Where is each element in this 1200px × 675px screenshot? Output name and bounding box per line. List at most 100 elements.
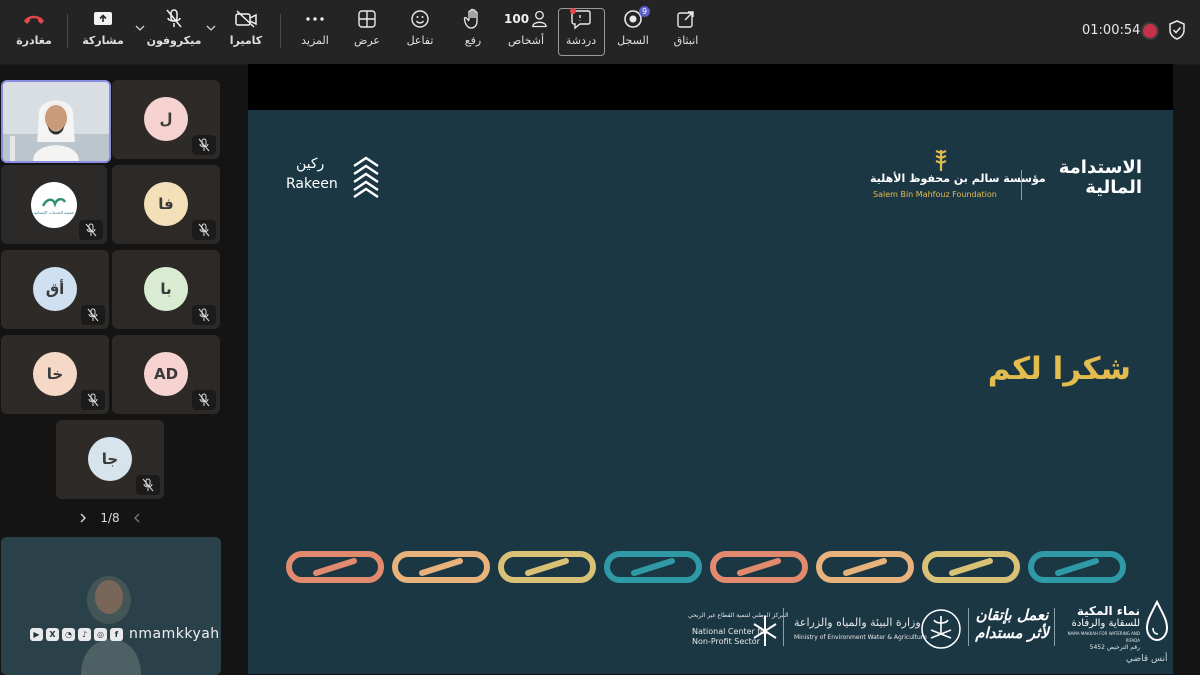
share-label: مشاركة	[82, 34, 124, 47]
slogan-logo: نعمل بإتقان لأثر مستدام	[974, 606, 1050, 642]
meeting-timer: 01:00:54	[1082, 23, 1141, 38]
recap-icon: 9	[620, 6, 650, 30]
more-dots-icon	[302, 8, 328, 30]
participant-avatar: جا	[88, 437, 132, 481]
youtube-icon: ▶	[30, 627, 43, 641]
more-button[interactable]: المزيد	[298, 8, 332, 56]
camera-label: كاميرا	[229, 34, 263, 47]
people-label: أشخاص	[507, 34, 545, 47]
instagram-icon: ◎	[94, 627, 107, 641]
popout-label: انبثاق	[673, 34, 699, 47]
view-button[interactable]: عرض	[352, 8, 382, 56]
microphone-button[interactable]: ميكروفون	[147, 8, 201, 56]
participant-tile-logo[interactable]: جمعية الخدمات الإنسانية	[1, 165, 107, 244]
mic-options-chevron-icon[interactable]	[134, 22, 146, 34]
speaker-video-thumbnail	[3, 82, 109, 161]
chevron-left-icon[interactable]	[132, 512, 142, 524]
chat-icon	[568, 8, 594, 30]
participant-tile[interactable]: با	[112, 250, 220, 329]
sustainability-logo: الاستدامة المالية	[1032, 158, 1142, 198]
leave-button[interactable]: مغادرة	[16, 8, 52, 56]
local-video-preview	[1, 537, 221, 675]
mewa-ar: وزارة البيئة والمياه والزراعة	[794, 616, 921, 629]
popout-button[interactable]: انبثاق	[668, 8, 704, 56]
popout-icon	[673, 8, 699, 30]
rakeen-logo: ركين Rakeen	[286, 156, 386, 200]
recap-label: السجل	[617, 34, 649, 47]
chain-link-shape	[1028, 551, 1126, 583]
camera-options-chevron-icon[interactable]	[205, 22, 217, 34]
chevron-right-icon[interactable]	[78, 512, 88, 524]
rakeen-ar: ركين	[296, 156, 325, 172]
react-button[interactable]: تفاعل	[404, 8, 436, 56]
chain-link-shape	[816, 551, 914, 583]
participant-tile[interactable]: أق	[1, 250, 109, 329]
mic-muted-icon	[79, 220, 103, 240]
chat-button[interactable]: دردشة	[560, 8, 602, 56]
raise-hand-button[interactable]: رفع	[458, 8, 488, 56]
tiktok-icon: ♪	[78, 627, 91, 641]
view-label: عرض	[354, 34, 380, 47]
thanks-heading: شكرا لكم	[987, 351, 1131, 387]
raise-hand-label: رفع	[464, 34, 482, 47]
rakeen-en: Rakeen	[286, 176, 338, 192]
chain-link-shape	[922, 551, 1020, 583]
foundation-logo: مؤسسة سالم بن محفوظ الأهلية Salem Bin Ma…	[866, 148, 1046, 204]
chat-label: دردشة	[565, 34, 597, 47]
participant-tile[interactable]: AD	[112, 335, 220, 414]
gallery-pager: 1/8	[78, 510, 142, 526]
chain-link-shape	[286, 551, 384, 583]
chat-unread-dot	[570, 8, 576, 14]
participant-avatar: خا	[33, 352, 77, 396]
security-shield-icon[interactable]	[1168, 20, 1186, 44]
toolbar-divider	[280, 14, 281, 48]
participant-tile[interactable]: فا	[112, 165, 220, 244]
participant-tile[interactable]: ل	[112, 80, 220, 159]
rakeen-chevron-icon	[353, 156, 379, 198]
camera-button[interactable]: كاميرا	[229, 8, 263, 56]
recap-badge: 9	[639, 6, 650, 17]
mic-muted-icon	[192, 305, 216, 325]
participant-tile[interactable]: جا	[56, 420, 164, 499]
participant-avatar: با	[144, 267, 188, 311]
participant-avatar: AD	[144, 352, 188, 396]
nama-2: للسقاية والرفادة	[1071, 618, 1140, 629]
mic-muted-icon	[192, 135, 216, 155]
mewa-en: Ministry of Environment Water & Agricult…	[794, 634, 927, 641]
saudi-emblem-icon	[921, 609, 961, 649]
org-logo-icon	[41, 197, 67, 208]
chain-link-shape	[392, 551, 490, 583]
sustain-line2: المالية	[1085, 177, 1142, 198]
nama-logo: نماء المكية للسقاية والرفادة NAMA MAKKAH…	[1060, 604, 1140, 652]
ncnp-en-2: Non-Profit Sector	[692, 637, 760, 646]
camera-off-icon	[233, 8, 259, 30]
footer-divider	[1054, 608, 1055, 646]
nama-en: NAMA MAKKAH FOR WATERING AND RIFADA	[1067, 631, 1140, 643]
people-icon-group: 100	[504, 8, 548, 30]
share-screen-icon	[90, 8, 116, 30]
ncnp-star-icon	[753, 616, 777, 646]
participant-avatar: أق	[33, 267, 77, 311]
participant-avatar: ل	[144, 97, 188, 141]
people-count: 100	[504, 12, 530, 26]
nama-num: رقم الترخيص 5452	[1089, 644, 1140, 651]
wheat-icon	[935, 149, 947, 171]
logo-divider	[1021, 170, 1022, 200]
sustain-line1: الاستدامة	[1058, 157, 1142, 178]
people-button[interactable]: 100 أشخاص	[504, 8, 548, 56]
person-icon	[532, 10, 547, 28]
nama-1: نماء المكية	[1076, 604, 1140, 618]
more-label: المزيد	[301, 34, 329, 47]
meeting-toolbar: مغادرة مشاركة ميكروفون كاميرا المزيد عرض	[0, 0, 1200, 65]
recap-button[interactable]: 9 السجل	[616, 6, 650, 56]
mic-off-icon	[161, 8, 187, 30]
foundation-ar: مؤسسة سالم بن محفوظ الأهلية	[870, 172, 1046, 185]
mic-muted-icon	[136, 475, 160, 495]
snapchat-icon: ◔	[62, 627, 75, 641]
participant-tile[interactable]: خا	[1, 335, 109, 414]
video-tile-speaker[interactable]	[1, 80, 111, 163]
slogan-1: نعمل بإتقان	[975, 606, 1049, 624]
share-button[interactable]: مشاركة	[82, 8, 124, 56]
chain-link-shape	[604, 551, 702, 583]
org-logo-text: جمعية الخدمات الإنسانية	[33, 209, 75, 215]
